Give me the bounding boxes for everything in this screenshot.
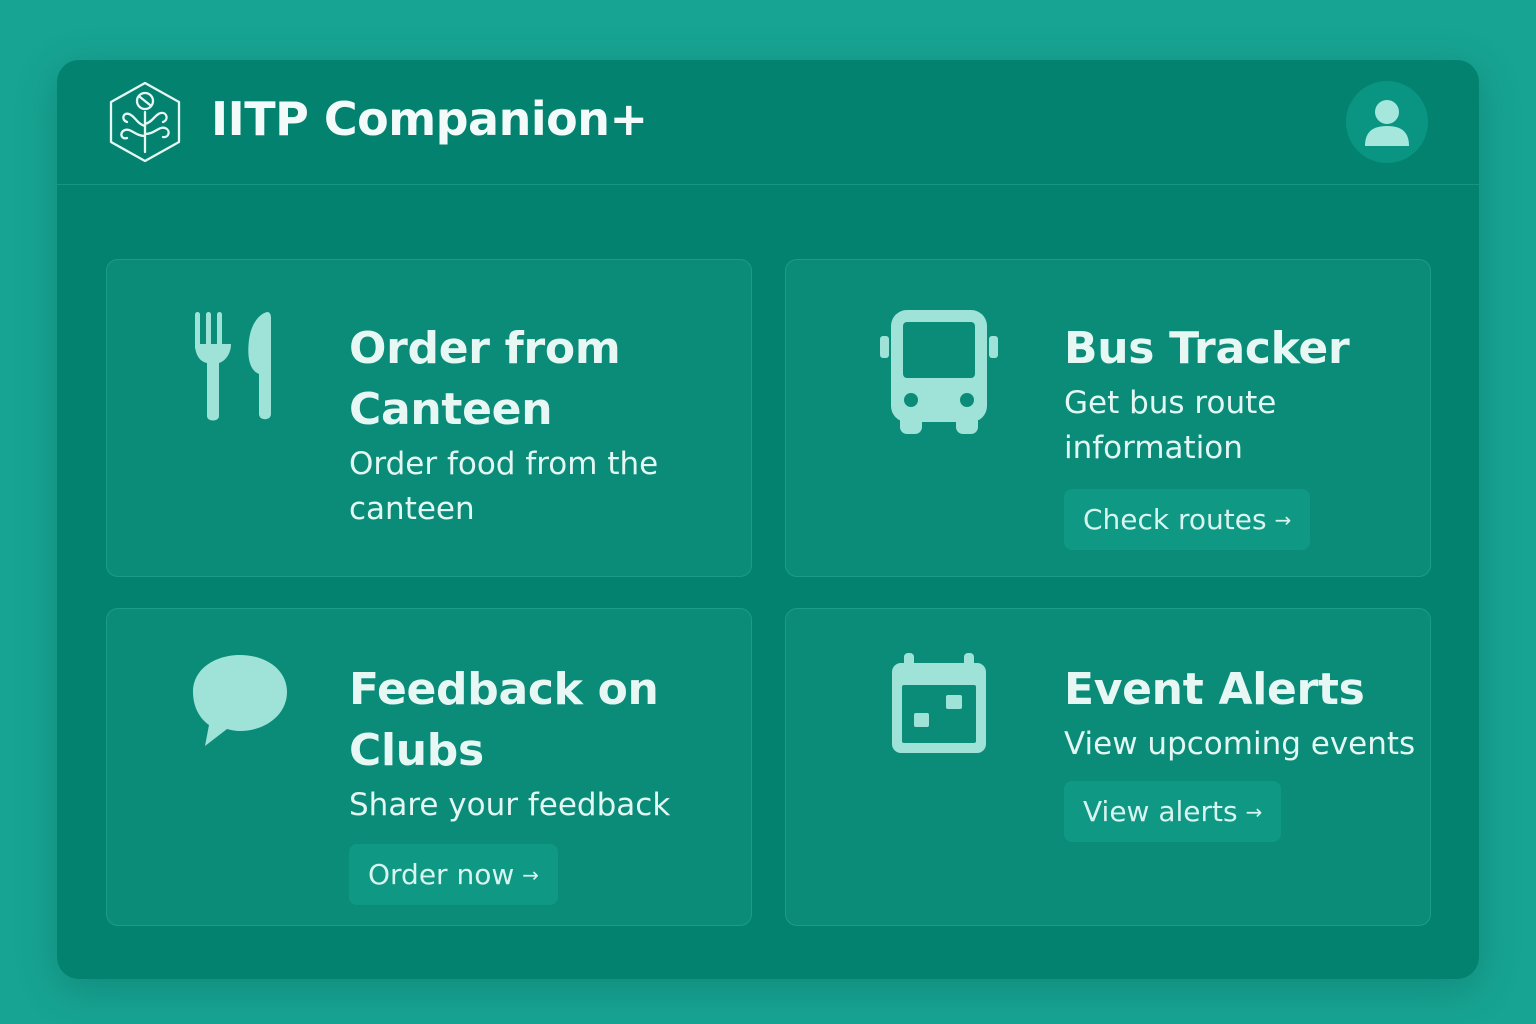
canteen-card[interactable]: Order from Canteen Order food from the c… xyxy=(106,259,752,577)
canteen-card-text: Order from Canteen Order food from the c… xyxy=(349,318,729,532)
calendar-icon xyxy=(892,653,986,753)
feedback-card-text: Feedback on Clubs Share your feedback Or… xyxy=(349,659,729,905)
user-avatar-icon xyxy=(1365,100,1409,146)
check-routes-button[interactable]: Check routes → xyxy=(1064,489,1311,550)
button-label: View alerts xyxy=(1083,795,1238,828)
fork-knife-icon xyxy=(195,312,271,421)
speech-bubble-icon xyxy=(193,655,287,746)
bus-icon xyxy=(880,310,998,434)
card-description: Get bus route information xyxy=(1064,385,1277,466)
card-title: Bus Tracker xyxy=(1064,323,1350,374)
card-title: Order from Canteen xyxy=(349,323,621,435)
arrow-right-icon: → xyxy=(1245,799,1263,824)
app-title: IITP Companion+ xyxy=(211,92,648,146)
app-header: IITP Companion+ xyxy=(57,60,1479,185)
bus-tracker-card[interactable]: Bus Tracker Get bus route information Ch… xyxy=(785,259,1431,577)
feedback-card[interactable]: Feedback on Clubs Share your feedback Or… xyxy=(106,608,752,926)
button-label: Check routes xyxy=(1083,503,1267,536)
card-description: View upcoming events xyxy=(1064,726,1416,762)
bus-tracker-card-text: Bus Tracker Get bus route information Ch… xyxy=(1064,318,1444,550)
card-title: Event Alerts xyxy=(1064,664,1365,715)
card-description: Order food from the canteen xyxy=(349,446,659,527)
arrow-right-icon: → xyxy=(522,862,540,887)
app-window: IITP Companion+ Order from Canteen Order… xyxy=(57,60,1479,979)
event-alerts-card-text: Event Alerts View upcoming events View a… xyxy=(1064,659,1444,842)
view-alerts-button[interactable]: View alerts → xyxy=(1064,781,1282,842)
profile-avatar-button[interactable] xyxy=(1346,81,1428,163)
button-label: Order now xyxy=(368,858,515,891)
arrow-right-icon: → xyxy=(1274,507,1292,532)
order-now-button[interactable]: Order now → xyxy=(349,844,559,905)
card-title: Feedback on Clubs xyxy=(349,664,659,776)
event-alerts-card[interactable]: Event Alerts View upcoming events View a… xyxy=(785,608,1431,926)
card-description: Share your feedback xyxy=(349,787,671,823)
hexagon-tree-logo-icon xyxy=(109,81,181,163)
